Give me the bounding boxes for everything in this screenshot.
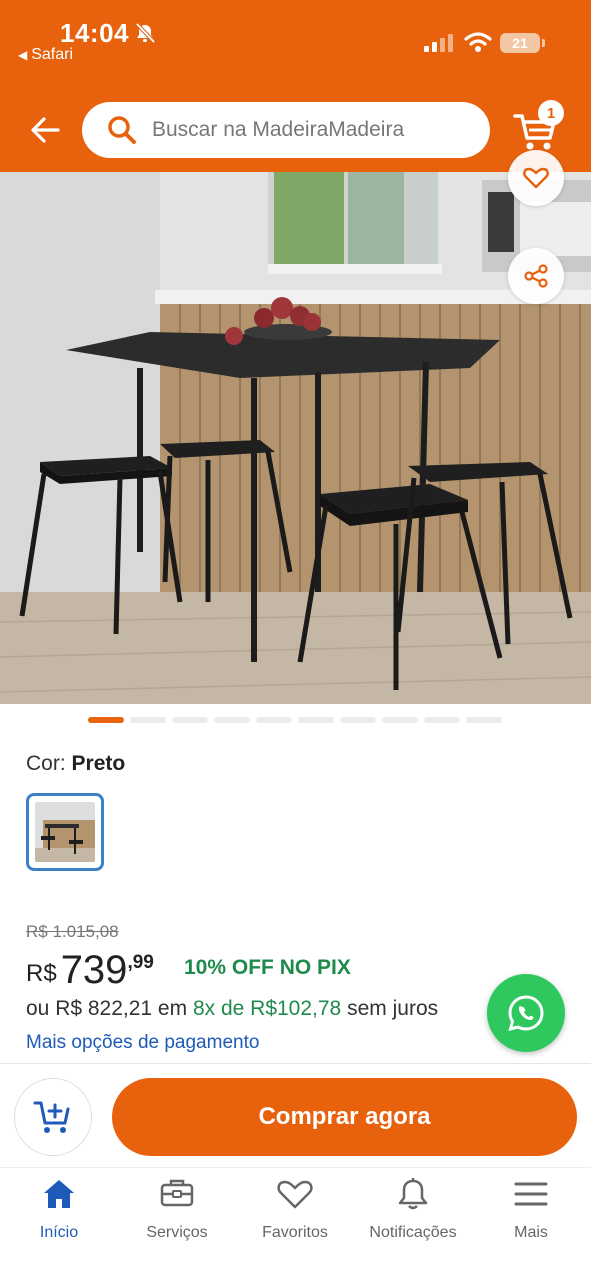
- bell-muted-icon: [135, 22, 156, 44]
- share-button[interactable]: [508, 248, 564, 304]
- back-to-safari[interactable]: ◀ Safari: [18, 46, 73, 64]
- price-currency: R$: [26, 960, 57, 987]
- menu-icon: [511, 1174, 551, 1214]
- tab-mais[interactable]: Mais: [472, 1174, 590, 1242]
- battery-icon: 21: [500, 33, 545, 53]
- heart-icon: [523, 167, 549, 189]
- installments-suffix: sem juros: [347, 997, 439, 1020]
- header: 14:04 ◀ Safari 21 Buscar na MadeiraMadei…: [0, 0, 591, 172]
- gallery-dot[interactable]: [382, 717, 418, 723]
- gallery-dot[interactable]: [256, 717, 292, 723]
- gallery-dot[interactable]: [466, 717, 502, 723]
- more-payment-options-link[interactable]: Mais opções de pagamento: [26, 1032, 259, 1054]
- tab-label: Serviços: [146, 1224, 208, 1241]
- gallery-dot[interactable]: [130, 717, 166, 723]
- gallery-dot[interactable]: [424, 717, 460, 723]
- add-to-cart-icon: [33, 1101, 70, 1133]
- tab-servicos[interactable]: Serviços: [118, 1174, 236, 1242]
- whatsapp-icon: [508, 995, 544, 1032]
- thumbnail-image: [35, 802, 95, 862]
- tab-favoritos[interactable]: Favoritos: [236, 1174, 354, 1242]
- gallery-dot[interactable]: [214, 717, 250, 723]
- add-to-cart-button[interactable]: [14, 1078, 92, 1156]
- gallery-dot[interactable]: [88, 717, 124, 723]
- gallery-dot[interactable]: [172, 717, 208, 723]
- color-label: Cor:: [26, 752, 66, 775]
- back-app-label: Safari: [31, 46, 74, 63]
- whatsapp-button[interactable]: [487, 974, 565, 1052]
- gallery-dot[interactable]: [298, 717, 334, 723]
- tab-label: Mais: [514, 1224, 548, 1241]
- back-arrow-icon[interactable]: [28, 112, 64, 148]
- signal-icon: [424, 34, 454, 52]
- search-input[interactable]: [152, 118, 472, 142]
- wifi-icon: [464, 32, 492, 52]
- tab-inicio[interactable]: Início: [0, 1174, 118, 1242]
- product-photo: [0, 172, 591, 704]
- price-cents: ,99: [127, 952, 154, 973]
- toolbox-icon: [157, 1174, 197, 1214]
- gallery-pagination[interactable]: [88, 717, 502, 723]
- color-option-thumbnail[interactable]: [26, 793, 104, 871]
- tab-label: Notificações: [369, 1224, 457, 1241]
- installments-info: ou R$ 822,21 em 8x de R$102,78 sem juros: [26, 997, 496, 1021]
- share-icon: [524, 264, 548, 288]
- current-price: R$ 739 ,99: [26, 948, 154, 993]
- color-selector-label: Cor: Preto: [26, 752, 125, 776]
- bottom-tab-bar: Início Serviços Favoritos Notificações M…: [0, 1167, 591, 1280]
- bell-icon: [393, 1174, 433, 1214]
- cart-count-badge: 1: [538, 100, 564, 126]
- installments-plan: 8x de R$102,78: [192, 997, 342, 1020]
- search-icon: [108, 116, 136, 144]
- tab-notificacoes[interactable]: Notificações: [354, 1174, 472, 1242]
- color-value: Preto: [71, 752, 126, 775]
- app-screen: 14:04 ◀ Safari 21 Buscar na MadeiraMadei…: [0, 0, 591, 1280]
- pix-discount-badge: 10% OFF NO PIX: [184, 956, 351, 979]
- installments-prefix: ou R$ 822,21 em: [26, 997, 188, 1020]
- original-price: R$ 1.015,08: [26, 922, 119, 941]
- price-integer: 739: [60, 948, 128, 992]
- search-bar[interactable]: [82, 102, 490, 158]
- product-image[interactable]: [0, 172, 591, 704]
- tab-label: Favoritos: [262, 1224, 328, 1241]
- status-time: 14:04: [60, 18, 129, 48]
- buy-now-button[interactable]: Comprar agora: [112, 1078, 577, 1156]
- tab-label: Início: [39, 1224, 79, 1241]
- purchase-bar: Comprar agora: [0, 1063, 591, 1167]
- battery-level: 21: [512, 35, 528, 51]
- heart-icon: [275, 1174, 315, 1214]
- home-icon: [39, 1174, 79, 1214]
- favorite-button[interactable]: [508, 150, 564, 206]
- gallery-dot[interactable]: [340, 717, 376, 723]
